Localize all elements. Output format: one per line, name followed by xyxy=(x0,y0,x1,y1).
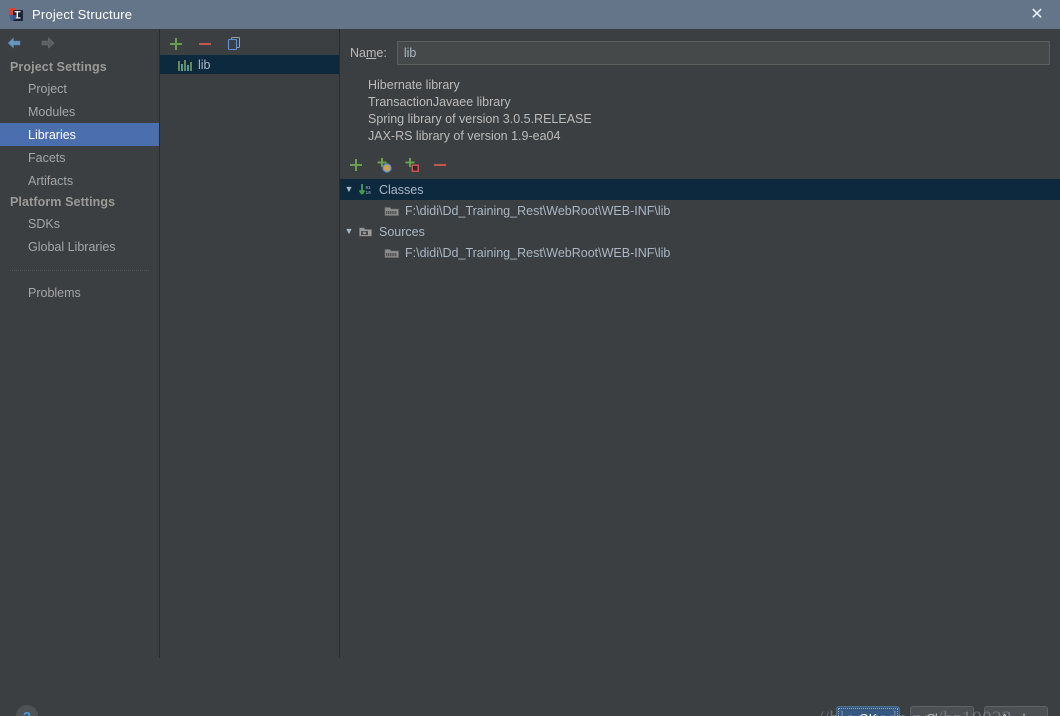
name-input[interactable] xyxy=(396,41,1050,65)
name-label: Name: xyxy=(350,46,387,60)
sidebar-item-project[interactable]: Project xyxy=(0,77,159,100)
copy-icon[interactable] xyxy=(226,36,242,52)
sidebar-group-platform-settings: Platform Settings xyxy=(10,195,116,209)
intellij-idea-icon xyxy=(8,7,24,23)
folder-icon xyxy=(384,246,400,260)
classes-icon: 01 10 xyxy=(358,183,374,197)
tree-node-classes[interactable]: ▼ 01 10 Classes xyxy=(340,179,1060,200)
tree-node-label: Sources xyxy=(379,224,425,239)
chevron-down-icon[interactable]: ▼ xyxy=(340,179,358,200)
svg-text:10: 10 xyxy=(366,191,372,196)
remove-icon[interactable] xyxy=(197,36,213,52)
list-item[interactable]: lib xyxy=(160,55,339,74)
library-item-label: lib xyxy=(198,57,211,72)
sidebar-group-project-settings: Project Settings xyxy=(10,60,107,74)
sidebar-item-problems[interactable]: Problems xyxy=(0,281,159,304)
library-detail-panel: Name: Hibernate library TransactionJavae… xyxy=(340,29,1060,658)
description-line: JAX-RS library of version 1.9-ea04 xyxy=(368,129,561,143)
sidebar-item-modules[interactable]: Modules xyxy=(0,100,159,123)
sources-icon xyxy=(358,225,374,239)
sidebar-item-global-libraries[interactable]: Global Libraries xyxy=(0,235,159,258)
add-javadoc-icon[interactable] xyxy=(376,157,392,173)
add-icon[interactable] xyxy=(348,157,364,173)
description-line: Hibernate library xyxy=(368,78,460,92)
roots-toolbar xyxy=(340,153,1060,177)
sidebar-divider xyxy=(10,270,149,271)
help-icon[interactable]: ? xyxy=(16,705,38,716)
tree-node-classes-path[interactable]: F:\didi\Dd_Training_Rest\WebRoot\WEB-INF… xyxy=(340,200,1060,221)
tree-node-sources-path[interactable]: F:\didi\Dd_Training_Rest\WebRoot\WEB-INF… xyxy=(340,242,1060,263)
settings-sidebar: Project Settings Project Modules Librari… xyxy=(0,29,160,658)
library-description: Hibernate library TransactionJavaee libr… xyxy=(340,65,1060,145)
add-annotations-icon[interactable] xyxy=(404,157,420,173)
sidebar-item-artifacts[interactable]: Artifacts xyxy=(0,169,159,192)
tree-node-label: F:\didi\Dd_Training_Rest\WebRoot\WEB-INF… xyxy=(405,245,671,260)
window-titlebar: Project Structure ✕ xyxy=(0,0,1060,29)
ok-button[interactable]: OK xyxy=(836,706,900,716)
add-icon[interactable] xyxy=(168,36,184,52)
tree-node-label: F:\didi\Dd_Training_Rest\WebRoot\WEB-INF… xyxy=(405,203,671,218)
dialog-buttons: OK Close Apply xyxy=(836,706,1048,716)
dialog-body: Project Settings Project Modules Librari… xyxy=(0,29,1060,716)
tree-node-sources[interactable]: ▼ Sources xyxy=(340,221,1060,242)
forward-arrow-icon xyxy=(38,35,56,51)
sidebar-item-facets[interactable]: Facets xyxy=(0,146,159,169)
library-list-toolbar xyxy=(160,29,339,55)
name-row: Name: xyxy=(340,29,1060,65)
library-icon xyxy=(178,59,192,71)
apply-button[interactable]: Apply xyxy=(984,706,1048,716)
description-line: TransactionJavaee library xyxy=(368,95,511,109)
window-title: Project Structure xyxy=(32,7,133,22)
close-icon[interactable]: ✕ xyxy=(1014,0,1060,29)
sidebar-item-sdks[interactable]: SDKs xyxy=(0,212,159,235)
description-line: Spring library of version 3.0.5.RELEASE xyxy=(368,112,592,126)
close-button[interactable]: Close xyxy=(910,706,974,716)
folder-icon xyxy=(384,204,400,218)
chevron-down-icon[interactable]: ▼ xyxy=(340,221,358,242)
sidebar-nav xyxy=(0,29,159,57)
library-list-panel: lib xyxy=(160,29,340,658)
sidebar-item-libraries[interactable]: Libraries xyxy=(0,123,159,146)
back-arrow-icon[interactable] xyxy=(6,35,24,51)
dialog-footer: ? OK Close Apply xyxy=(0,658,1060,716)
library-roots-tree: ▼ 01 10 Classes F:\didi\Dd_Training_Rest… xyxy=(340,179,1060,263)
tree-node-label: Classes xyxy=(379,182,424,197)
remove-icon[interactable] xyxy=(432,157,448,173)
